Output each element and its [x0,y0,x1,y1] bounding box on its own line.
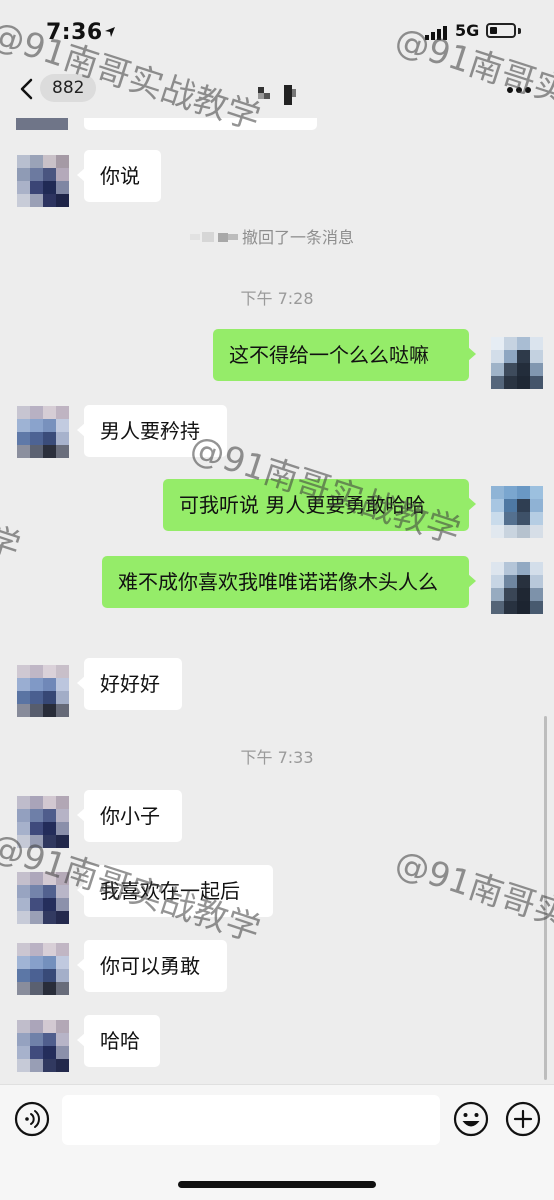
status-time: 7:36 [46,20,103,45]
contact-avatar[interactable] [17,155,69,207]
message-bubble-incoming[interactable]: 你说 [77,150,161,202]
contact-avatar[interactable] [17,943,69,995]
message-bubble-outgoing[interactable]: 难不成你喜欢我唯唯诺诺像木头人么 [102,556,476,608]
voice-icon[interactable] [14,1101,50,1137]
battery-tip [518,28,521,34]
my-avatar[interactable] [491,486,543,538]
chat-header: 882 [0,58,554,122]
timestamp: 下午 7:28 [240,289,314,308]
message-bubble-incoming[interactable]: 你可以勇敢 [77,940,227,992]
status-bar: 7:36 5G [0,0,554,58]
recall-notice: 撤回了一条消息 [242,228,355,247]
battery-icon [486,23,516,38]
network-type: 5G [455,21,480,40]
signal-bars-icon [425,26,447,40]
message-bubble-outgoing[interactable]: 可我听说 男人更要勇敢哈哈 [163,479,476,531]
location-arrow-icon [105,27,115,37]
message-bubble-incoming[interactable]: 男人要矜持 [77,405,227,457]
contact-avatar[interactable] [17,406,69,458]
message-bubble-incoming[interactable]: 你小子 [77,790,182,842]
avatar-partial [16,118,68,130]
home-indicator[interactable] [178,1181,376,1188]
watermark: @91南哥实战教学 [390,842,554,968]
message-bubble-partial [84,118,317,130]
unread-count-badge[interactable]: 882 [40,74,97,102]
contact-avatar[interactable] [17,665,69,717]
contact-avatar[interactable] [17,796,69,848]
message-input[interactable] [62,1095,440,1145]
my-avatar[interactable] [491,562,543,614]
emoji-icon[interactable] [453,1101,489,1137]
plus-icon[interactable] [505,1101,541,1137]
chat-screen: 7:36 5G 882 你说 撤回了一条消息 下午 7:28 这不得给一个么么哒… [0,0,554,1200]
message-bubble-incoming[interactable]: 哈哈 [77,1015,160,1067]
message-bubble-incoming[interactable]: 好好好 [77,658,182,710]
timestamp: 下午 7:33 [240,748,314,767]
message-bubble-outgoing[interactable]: 这不得给一个么么哒嘛 [213,329,476,381]
chat-scrollbar[interactable] [544,716,547,1080]
more-dots-icon[interactable] [506,86,532,94]
message-bubble-incoming[interactable]: 我喜欢在一起后 [77,865,273,917]
chat-title-redacted [258,85,296,105]
contact-avatar[interactable] [17,872,69,924]
contact-avatar[interactable] [17,1020,69,1072]
chevron-left-icon[interactable] [18,78,34,100]
my-avatar[interactable] [491,337,543,389]
recall-sender-redacted [190,232,238,242]
